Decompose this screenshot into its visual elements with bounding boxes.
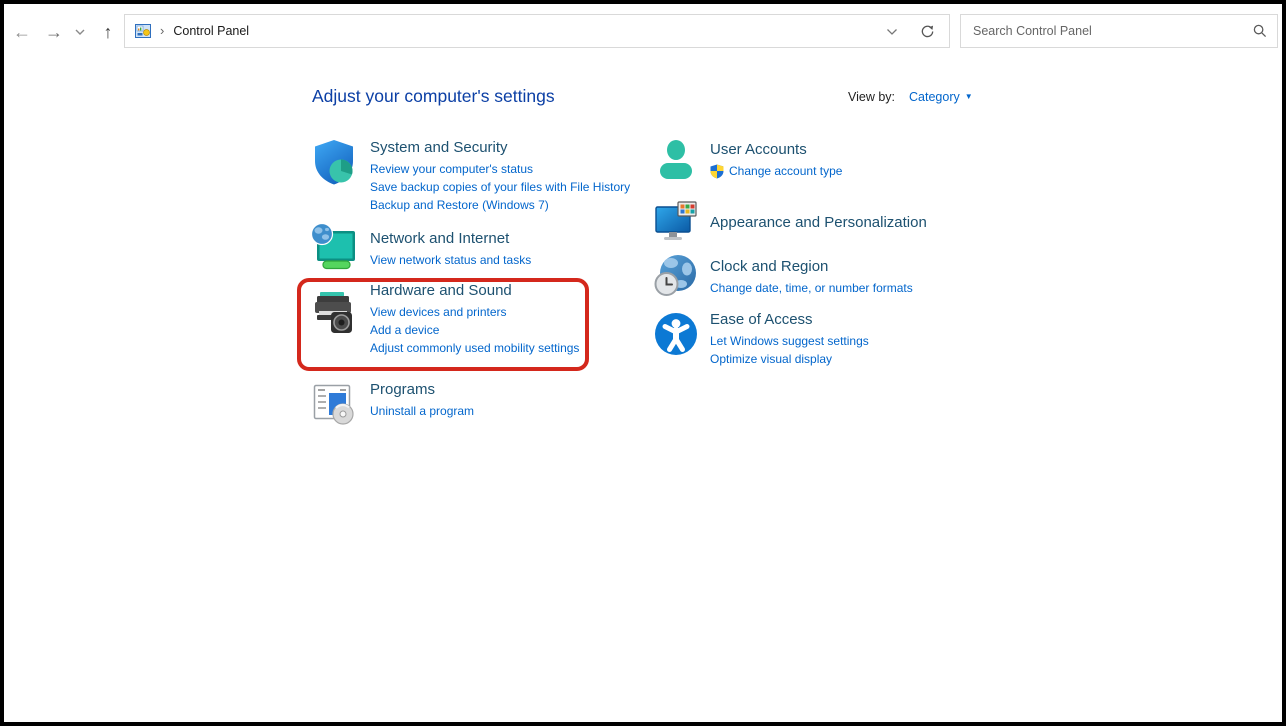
back-button[interactable]: ← [6, 4, 38, 60]
monitor-palette-icon[interactable] [654, 200, 698, 244]
category-title-hardware-and-sound[interactable]: Hardware and Sound [370, 281, 579, 300]
search-box[interactable] [960, 14, 1278, 48]
control-panel-window: ← → ↑ › Control Panel [0, 0, 1286, 726]
category-title-system-and-security[interactable]: System and Security [370, 138, 630, 157]
link-review-computer-status[interactable]: Review your computer's status [370, 160, 630, 178]
up-button[interactable]: ↑ [92, 4, 124, 60]
program-window-disc-icon[interactable] [310, 378, 358, 426]
link-change-date-time-formats[interactable]: Change date, time, or number formats [710, 279, 913, 297]
control-panel-icon[interactable] [135, 23, 151, 39]
category-title-network-and-internet[interactable]: Network and Internet [370, 229, 531, 248]
dropdown-caret-icon: ▼ [965, 93, 973, 101]
link-let-windows-suggest-settings[interactable]: Let Windows suggest settings [710, 332, 869, 350]
category-title-ease-of-access[interactable]: Ease of Access [710, 310, 869, 329]
view-by-dropdown[interactable]: Category ▼ [909, 90, 973, 104]
search-icon[interactable] [1253, 24, 1267, 38]
accessibility-icon[interactable] [654, 312, 698, 356]
category-programs: Programs Uninstall a program [310, 376, 474, 426]
uac-shield-icon [710, 164, 724, 179]
view-by-label: View by: [848, 90, 895, 104]
address-bar[interactable]: › Control Panel [124, 14, 950, 48]
link-view-devices-and-printers[interactable]: View devices and printers [370, 303, 579, 321]
link-view-network-status[interactable]: View network status and tasks [370, 251, 531, 269]
printer-speaker-icon[interactable] [310, 290, 358, 338]
recent-locations-chevron-icon[interactable] [70, 4, 90, 60]
breadcrumb-chevron-icon: › [160, 23, 164, 38]
category-ease-of-access: Ease of Access Let Windows suggest setti… [654, 310, 869, 368]
view-by-value[interactable]: Category [909, 90, 960, 104]
search-input[interactable] [971, 23, 1253, 39]
page-title: Adjust your computer's settings [312, 86, 555, 107]
category-title-clock-and-region[interactable]: Clock and Region [710, 257, 913, 276]
security-shield-icon[interactable] [310, 138, 358, 186]
breadcrumb-item-control-panel[interactable]: Control Panel [173, 24, 249, 38]
link-uninstall-a-program[interactable]: Uninstall a program [370, 402, 474, 420]
category-appearance-and-personalization: Appearance and Personalization [654, 200, 927, 244]
category-clock-and-region: Clock and Region Change date, time, or n… [654, 253, 913, 297]
link-add-a-device[interactable]: Add a device [370, 321, 579, 339]
link-optimize-visual-display[interactable]: Optimize visual display [710, 350, 869, 368]
address-dropdown-chevron-icon[interactable] [886, 27, 898, 36]
forward-button[interactable]: → [38, 4, 70, 60]
category-title-user-accounts[interactable]: User Accounts [710, 140, 842, 159]
network-monitor-globe-icon[interactable] [310, 222, 358, 270]
link-file-history-backup[interactable]: Save backup copies of your files with Fi… [370, 178, 630, 196]
globe-clock-icon[interactable] [654, 253, 698, 297]
category-network-and-internet: Network and Internet View network status… [310, 222, 531, 270]
link-change-account-type[interactable]: Change account type [729, 162, 842, 180]
category-user-accounts: User Accounts Change account type [654, 138, 842, 182]
user-silhouette-icon[interactable] [654, 138, 698, 182]
category-hardware-and-sound: Hardware and Sound View devices and prin… [310, 281, 579, 357]
category-title-programs[interactable]: Programs [370, 380, 474, 399]
refresh-icon[interactable] [920, 24, 935, 39]
view-by-control: View by: Category ▼ [848, 90, 973, 104]
link-adjust-mobility-settings[interactable]: Adjust commonly used mobility settings [370, 339, 579, 357]
category-title-appearance-and-personalization[interactable]: Appearance and Personalization [710, 213, 927, 232]
link-backup-restore-windows7[interactable]: Backup and Restore (Windows 7) [370, 196, 630, 214]
category-system-and-security: System and Security Review your computer… [310, 138, 630, 214]
navigation-toolbar: ← → ↑ › Control Panel [4, 4, 1282, 60]
